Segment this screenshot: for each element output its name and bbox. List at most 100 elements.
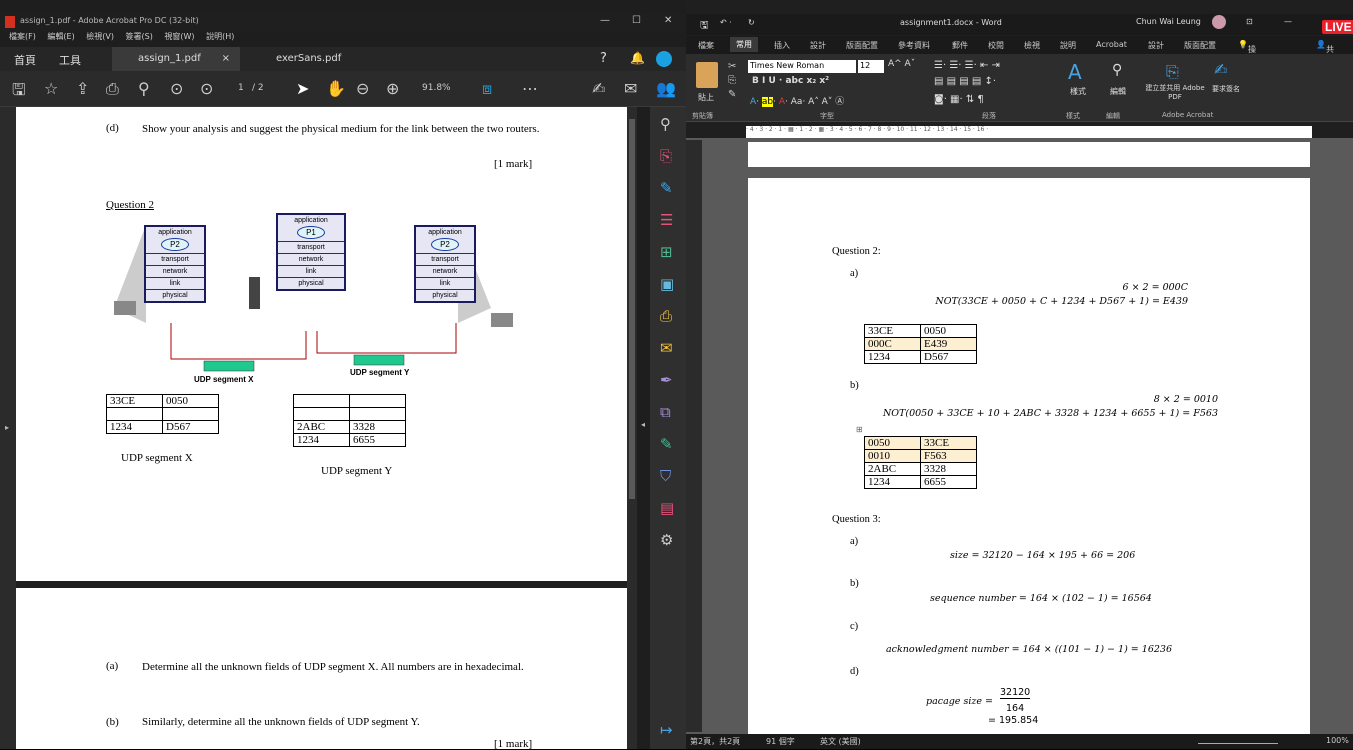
cell[interactable]: 1234 [864,475,921,489]
zoom-in-icon[interactable]: ⊕ [386,79,399,98]
pdf-scrollbar[interactable] [627,107,637,749]
cell[interactable]: 0010 [864,449,921,463]
editing-label[interactable]: 編輯 [1110,86,1126,97]
save-icon[interactable]: 🖫 [12,79,26,106]
tab-references[interactable]: 參考資料 [898,40,930,51]
menu-view[interactable]: 檢視(V) [86,32,114,41]
paste-label[interactable]: 貼上 [698,92,714,103]
clipboard-small-icons[interactable]: ✂ ⎘ ✎ [728,60,736,102]
tools-tab[interactable]: 工具 [59,52,81,68]
menu-help[interactable]: 說明(H) [206,32,234,41]
edit-pdf-icon[interactable]: ✎ [660,179,673,197]
share-user-icon[interactable]: 👥 [656,79,676,98]
redo-icon[interactable]: ↻ [748,18,755,27]
zoom-out-icon[interactable]: ⊖ [356,79,369,98]
zoom-slider[interactable] [1198,736,1278,744]
menu-sign[interactable]: 簽署(S) [126,32,153,41]
format-buttons[interactable]: B I U · abc x₂ x² [752,76,829,86]
send-sign-icon[interactable]: ⧉ [660,403,671,421]
tab-help[interactable]: 說明 [1060,40,1076,51]
fit-page-icon[interactable]: ⧈ [482,79,492,99]
collapse-right-icon[interactable]: ◂ [641,420,645,429]
cell[interactable]: D567 [920,350,977,364]
comment-icon[interactable]: ✉ [660,339,673,357]
bell-icon[interactable]: 🔔 [630,51,645,65]
maximize-icon[interactable]: ☐ [632,15,641,26]
shading-buttons[interactable]: ◙· ▦· ⇅ ¶ [934,94,984,105]
menu-edit[interactable]: 編輯(E) [47,32,74,41]
cell[interactable]: 33CE [864,324,921,338]
cell[interactable]: 2ABC [864,462,921,476]
tab-mailings[interactable]: 郵件 [952,40,968,51]
menu-file[interactable]: 檔案(F) [9,32,36,41]
minimize-icon[interactable]: — [600,15,610,26]
word-page[interactable]: Question 2: a) 6 × 2 = 000C NOT(33CE + 0… [748,178,1310,738]
prev-page-icon[interactable]: ⊙ [170,79,183,98]
user-avatar[interactable] [1212,15,1226,29]
more-icon[interactable]: ⋯ [522,79,538,98]
undo-icon[interactable]: ↶ · [720,18,732,27]
tab-exersans[interactable]: exerSans.pdf [252,47,380,71]
upload-icon[interactable]: ⇪ [76,79,89,98]
tab-table-design[interactable]: 設計 [1148,40,1164,51]
q2a-table[interactable]: 33CE 0050 000C E439 1234 D567 [864,324,977,364]
cell[interactable]: F563 [920,449,977,463]
print-icon[interactable]: ⎙ [106,79,119,99]
create-share-pdf-button[interactable]: 建立並共用 Adobe PDF [1142,84,1208,102]
table-move-handle-icon[interactable]: ⊞ [856,425,863,434]
tab-assign-1[interactable]: assign_1.pdf × [112,47,240,71]
create-pdf-icon[interactable]: ⊞ [660,243,673,261]
paste-icon[interactable] [696,62,718,88]
tab-view[interactable]: 檢視 [1024,40,1040,51]
font-size-box[interactable]: 12 [858,60,884,73]
select-cursor-icon[interactable]: ➤ [296,79,309,98]
find-icon[interactable]: ⚲ [1112,62,1122,78]
cell[interactable]: 3328 [920,462,977,476]
cell[interactable]: 0050 [920,324,977,338]
tab-review[interactable]: 校閱 [988,40,1004,51]
avatar[interactable] [656,51,672,67]
help-icon[interactable]: ? [600,51,607,66]
request-signature-button[interactable]: 要求簽名 [1210,84,1242,94]
ribbon-display-icon[interactable]: ⊡ [1246,17,1253,26]
save-icon[interactable]: 🖫 [700,18,709,35]
tell-me-search[interactable]: 💡 操作說明搜 [1238,40,1256,98]
tab-acrobat[interactable]: Acrobat [1096,40,1127,49]
word-count[interactable]: 91 個字 [766,736,795,747]
request-signature-icon[interactable]: ✍ [1214,60,1227,79]
bookmark-star-icon[interactable]: ☆ [44,79,58,98]
hand-icon[interactable]: ✋ [326,79,346,98]
export-pdf-icon[interactable]: ⎘ [660,147,672,165]
page-count[interactable]: 第2頁，共2頁 [690,736,740,747]
sign-icon[interactable]: ✍ [592,79,605,98]
combine-icon[interactable]: ▣ [660,275,674,293]
redact-icon[interactable]: ▤ [660,499,674,517]
expand-pane-icon[interactable]: ↦ [660,721,673,739]
zoom-percent[interactable]: 100% [1326,736,1349,745]
protect-icon[interactable]: ⛉ [660,467,671,485]
styles-label[interactable]: 樣式 [1070,86,1086,97]
fill-sign-icon[interactable]: ✒ [660,371,673,389]
cell[interactable]: E439 [920,337,977,351]
share-button[interactable]: 👤共用 [1316,40,1334,65]
proofing-language[interactable]: 英文 (美國) [820,736,861,747]
q2b-table[interactable]: 0050 33CE 0010 F563 2ABC 3328 1234 6655 [864,436,977,489]
tab-file[interactable]: 檔案 [698,40,714,51]
more-tools-icon[interactable]: ⚙ [660,531,673,549]
scroll-thumb[interactable] [629,119,635,499]
expand-left-icon[interactable]: ▸ [5,423,9,432]
print-production-icon[interactable]: ✎ [660,435,673,453]
close-icon[interactable]: ✕ [664,15,672,26]
styles-icon[interactable]: A [1068,60,1082,84]
cell[interactable]: 0050 [864,436,921,450]
scan-icon[interactable]: ⎙ [660,307,672,325]
tab-home[interactable]: 常用 [730,37,758,52]
tab-table-layout[interactable]: 版面配置 [1184,40,1216,51]
tab-design[interactable]: 設計 [810,40,826,51]
zoom-level[interactable]: 91.8% [422,83,451,93]
cell[interactable]: 6655 [920,475,977,489]
close-tab-icon[interactable]: × [222,53,230,64]
organize-pages-icon[interactable]: ☰ [660,211,673,229]
tab-layout[interactable]: 版面配置 [846,40,878,51]
next-page-icon[interactable]: ⊙ [200,79,213,98]
